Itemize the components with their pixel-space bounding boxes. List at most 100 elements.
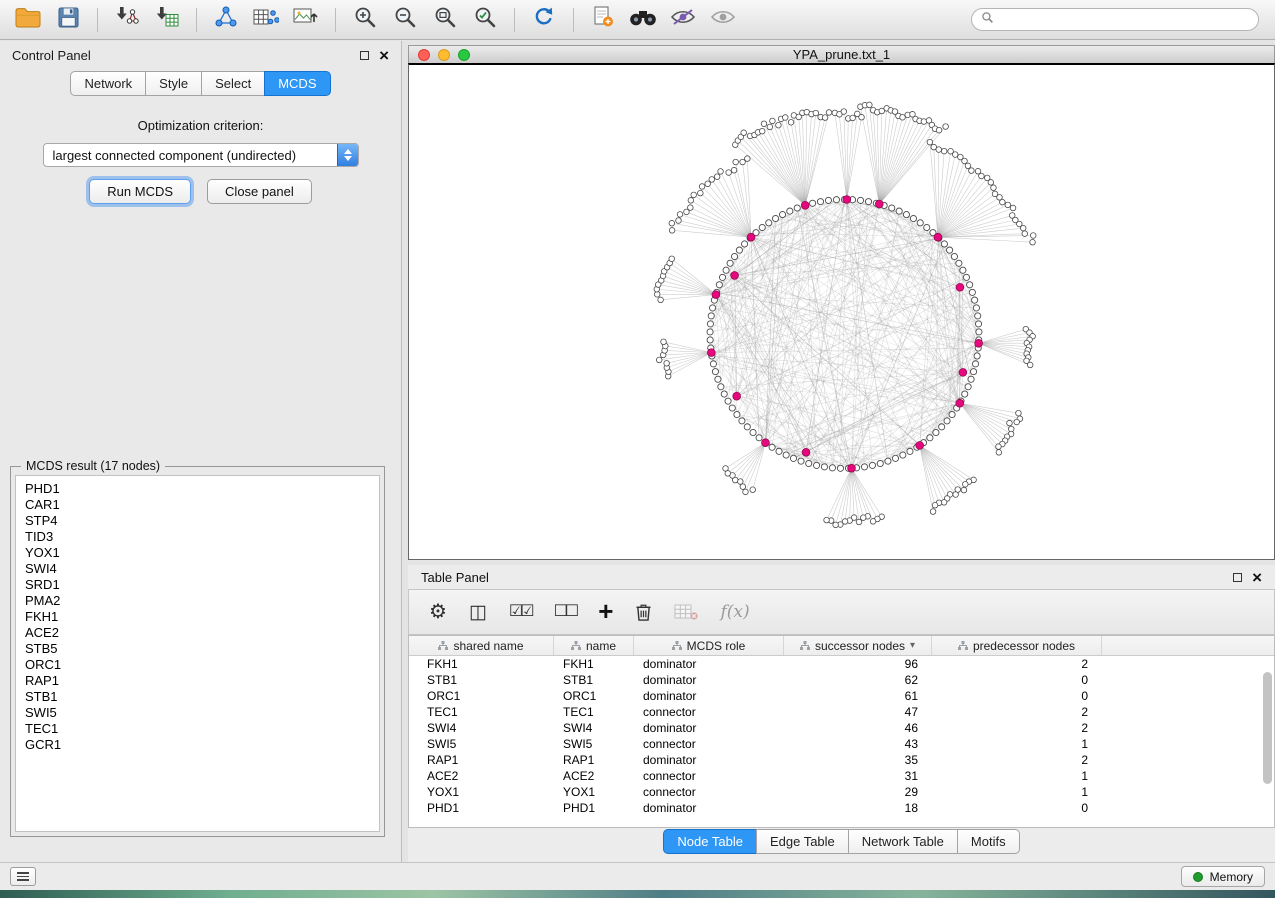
float-panel-icon[interactable]: [360, 51, 369, 60]
memory-button[interactable]: Memory: [1181, 866, 1265, 887]
column-header-predecessor-nodes[interactable]: predecessor nodes: [932, 636, 1102, 655]
table-row[interactable]: ACE2ACE2connector311: [409, 768, 1274, 784]
import-network-button[interactable]: [109, 5, 145, 35]
mcds-result-item[interactable]: CAR1: [25, 497, 370, 513]
show-all-button[interactable]: [705, 5, 741, 35]
export-table-button[interactable]: [248, 5, 284, 35]
table-toolbar: ⚙ ◫ ☑☑ ☐☐ + f(x): [408, 589, 1275, 635]
delete-rows-icon[interactable]: [635, 602, 652, 622]
zoom-selected-button[interactable]: [467, 5, 503, 35]
tab-network[interactable]: Network: [70, 71, 146, 96]
table-vertical-scrollbar[interactable]: [1263, 660, 1272, 823]
add-row-icon[interactable]: +: [598, 598, 613, 624]
table-cell: 2: [932, 656, 1102, 672]
zoom-fit-button[interactable]: [427, 5, 463, 35]
show-columns-icon[interactable]: ◫: [469, 603, 487, 622]
table-settings-icon[interactable]: ⚙: [429, 602, 447, 622]
network-view-canvas[interactable]: [408, 63, 1275, 560]
optimization-dropdown[interactable]: largest connected component (undirected): [43, 143, 359, 167]
maximize-window-icon[interactable]: [458, 49, 470, 61]
minimize-window-icon[interactable]: [438, 49, 450, 61]
table-row[interactable]: STB1STB1dominator620: [409, 672, 1274, 688]
save-icon: [58, 7, 79, 33]
table-panel: Table Panel × ⚙ ◫ ☑☑ ☐☐ + f(x) shared na…: [408, 565, 1275, 862]
zoom-out-button[interactable]: [387, 5, 423, 35]
mcds-result-item[interactable]: STB5: [25, 641, 370, 657]
search-input[interactable]: [1000, 13, 1249, 27]
eye-slash-icon: [670, 7, 696, 32]
column-header-shared-name[interactable]: shared name: [409, 636, 554, 655]
mcds-result-item[interactable]: YOX1: [25, 545, 370, 561]
close-panel-icon[interactable]: ×: [379, 47, 389, 64]
network-share-icon: [214, 6, 238, 33]
tab-select[interactable]: Select: [201, 71, 265, 96]
tab-node-table[interactable]: Node Table: [663, 829, 757, 854]
mcds-result-item[interactable]: SWI4: [25, 561, 370, 577]
mcds-result-item[interactable]: STP4: [25, 513, 370, 529]
find-button[interactable]: [625, 5, 661, 35]
mcds-result-item[interactable]: ORC1: [25, 657, 370, 673]
float-table-panel-icon[interactable]: [1233, 573, 1242, 582]
table-cell: 96: [784, 656, 932, 672]
table-cell: FKH1: [409, 656, 554, 672]
tab-mcds[interactable]: MCDS: [264, 71, 330, 96]
mcds-result-item[interactable]: TEC1: [25, 721, 370, 737]
unselect-all-icon[interactable]: ☐☐: [554, 604, 577, 620]
table-row[interactable]: YOX1YOX1connector291: [409, 784, 1274, 800]
mcds-result-item[interactable]: SWI5: [25, 705, 370, 721]
mcds-result-item[interactable]: FKH1: [25, 609, 370, 625]
table-cell: ORC1: [409, 688, 554, 704]
table-cell: 1: [932, 784, 1102, 800]
table-cell: 62: [784, 672, 932, 688]
global-search-box[interactable]: [971, 8, 1259, 31]
table-row[interactable]: FKH1FKH1dominator962: [409, 656, 1274, 672]
column-header-name[interactable]: name: [554, 636, 634, 655]
tab-motifs[interactable]: Motifs: [957, 829, 1020, 854]
mcds-result-item[interactable]: ACE2: [25, 625, 370, 641]
clone-network-button[interactable]: [585, 5, 621, 35]
close-table-panel-icon[interactable]: ×: [1252, 569, 1262, 586]
mcds-result-item[interactable]: PHD1: [25, 481, 370, 497]
column-header-MCDS-role[interactable]: MCDS role: [634, 636, 784, 655]
table-cell: PHD1: [409, 800, 554, 816]
open-file-button[interactable]: [10, 5, 46, 35]
mcds-result-item[interactable]: GCR1: [25, 737, 370, 753]
export-network-button[interactable]: [208, 5, 244, 35]
run-mcds-button[interactable]: Run MCDS: [89, 179, 191, 204]
tab-network-table[interactable]: Network Table: [848, 829, 958, 854]
table-row[interactable]: PHD1PHD1dominator180: [409, 800, 1274, 816]
table-row[interactable]: SWI4SWI4dominator462: [409, 720, 1274, 736]
column-attr-icon: [800, 639, 810, 653]
column-attr-icon: [672, 639, 682, 653]
sort-caret-icon[interactable]: ▾: [910, 640, 915, 651]
save-session-button[interactable]: [50, 5, 86, 35]
mcds-result-item[interactable]: SRD1: [25, 577, 370, 593]
close-panel-button[interactable]: Close panel: [207, 179, 312, 204]
column-attr-icon: [438, 639, 448, 653]
mcds-result-item[interactable]: TID3: [25, 529, 370, 545]
mcds-result-list[interactable]: PHD1CAR1STP4TID3YOX1SWI4SRD1PMA2FKH1ACE2…: [15, 475, 380, 832]
refresh-view-button[interactable]: [526, 5, 562, 35]
close-window-icon[interactable]: [418, 49, 430, 61]
select-all-icon[interactable]: ☑☑: [509, 604, 532, 620]
mcds-result-item[interactable]: PMA2: [25, 593, 370, 609]
table-cell: dominator: [634, 800, 784, 816]
zoom-in-button[interactable]: [347, 5, 383, 35]
tab-style[interactable]: Style: [145, 71, 202, 96]
task-history-button[interactable]: [10, 867, 36, 886]
table-row[interactable]: TEC1TEC1connector472: [409, 704, 1274, 720]
table-row[interactable]: ORC1ORC1dominator610: [409, 688, 1274, 704]
network-window-titlebar[interactable]: YPA_prune.txt_1: [408, 45, 1275, 63]
hide-unselected-button[interactable]: [665, 5, 701, 35]
export-image-button[interactable]: [288, 5, 324, 35]
table-row[interactable]: SWI5SWI5connector431: [409, 736, 1274, 752]
import-table-button[interactable]: [149, 5, 185, 35]
table-row[interactable]: RAP1RAP1dominator352: [409, 752, 1274, 768]
mcds-result-item[interactable]: STB1: [25, 689, 370, 705]
network-graph-svg: [409, 65, 1274, 559]
column-header-successor-nodes[interactable]: successor nodes▾: [784, 636, 932, 655]
scrollbar-thumb[interactable]: [1263, 672, 1272, 784]
mcds-result-item[interactable]: RAP1: [25, 673, 370, 689]
tab-edge-table[interactable]: Edge Table: [756, 829, 849, 854]
desktop-wallpaper-strip: [0, 890, 1275, 898]
